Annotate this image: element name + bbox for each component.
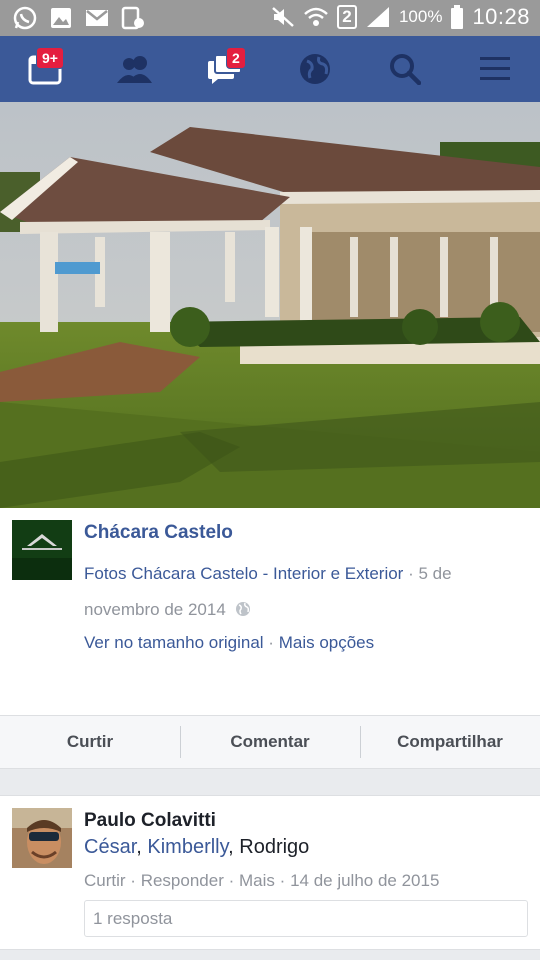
comment-meta-separator: · — [130, 871, 136, 890]
comment-more-link[interactable]: Mais — [239, 871, 275, 890]
globe-icon — [300, 54, 330, 84]
page-avatar[interactable] — [12, 520, 72, 580]
nav-search[interactable] — [360, 36, 450, 102]
gmail-icon — [86, 10, 108, 26]
album-link[interactable]: Fotos Chácara Castelo - Interior e Exter… — [84, 564, 403, 583]
nav-friends[interactable] — [90, 36, 180, 102]
search-icon — [390, 54, 421, 85]
comment-author[interactable]: Paulo Colavitti — [84, 810, 216, 832]
battery-percent: 100% — [398, 7, 443, 26]
like-button[interactable]: Curtir — [0, 716, 180, 768]
signal-icon — [366, 7, 389, 27]
comment-date[interactable]: 14 de julho de 2015 — [290, 871, 439, 890]
friends-icon — [117, 56, 152, 83]
castle-logo-icon — [12, 520, 72, 580]
post-meta: Fotos Chácara Castelo - Interior e Exter… — [84, 556, 504, 628]
more-options-link[interactable]: Mais opções — [279, 633, 374, 652]
tagged-user[interactable]: Kimberlly — [147, 836, 228, 858]
photo-links: Ver no tamanho original · Mais opções — [84, 633, 374, 653]
comment-reply-link[interactable]: Responder — [141, 871, 224, 890]
battery-icon — [451, 5, 464, 29]
post-photo[interactable] — [0, 102, 540, 508]
comment-meta: Curtir · Responder · Mais · 14 de julho … — [84, 871, 439, 891]
public-globe-icon — [235, 602, 250, 616]
view-original-link[interactable]: Ver no tamanho original — [84, 633, 264, 652]
meta-separator: · — [408, 564, 414, 583]
comment-plain-name: Rodrigo — [239, 836, 310, 858]
nav-messages[interactable]: 2 — [180, 36, 270, 102]
clock: 10:28 — [472, 4, 530, 29]
comment: Paulo Colavitti César, Kimberlly, Rodrig… — [0, 795, 540, 950]
menu-icon — [480, 57, 510, 80]
post-info-card: Chácara Castelo Fotos Chácara Castelo - … — [0, 508, 540, 715]
comment-text: César, Kimberlly, Rodrigo — [84, 836, 309, 859]
nav-menu[interactable] — [450, 36, 540, 102]
share-button[interactable]: Compartilhar — [360, 716, 540, 768]
comment-meta-separator: · — [228, 871, 235, 890]
whatsapp-icon — [13, 6, 37, 30]
screenshot-icon — [121, 6, 144, 30]
app-bar: 9+ 2 — [0, 36, 540, 102]
commenter-avatar[interactable] — [12, 808, 72, 868]
comment-meta-separator: · — [279, 871, 286, 890]
mute-icon — [272, 7, 294, 27]
comment-button[interactable]: Comentar — [180, 716, 360, 768]
tagged-user[interactable]: César — [84, 836, 136, 858]
tag-separator: , — [136, 836, 148, 858]
gallery-icon — [51, 8, 71, 28]
messages-badge: 2 — [226, 47, 246, 69]
links-separator: · — [268, 633, 274, 652]
sim-indicator: 2 — [336, 5, 357, 29]
nav-feed[interactable]: 9+ — [0, 36, 90, 102]
commenter-photo — [12, 808, 72, 868]
status-bar: 2 100% 10:28 — [0, 0, 540, 36]
nav-notifications[interactable] — [270, 36, 360, 102]
feed-badge: 9+ — [36, 47, 64, 69]
replies-button[interactable]: 1 resposta — [84, 900, 528, 937]
house-photo-illustration — [0, 102, 540, 508]
page-name[interactable]: Chácara Castelo — [84, 522, 233, 544]
comment-like-link[interactable]: Curtir — [84, 871, 126, 890]
tag-separator: , — [228, 836, 240, 858]
wifi-icon — [304, 7, 328, 26]
post-actions-bar: Curtir Comentar Compartilhar — [0, 715, 540, 769]
